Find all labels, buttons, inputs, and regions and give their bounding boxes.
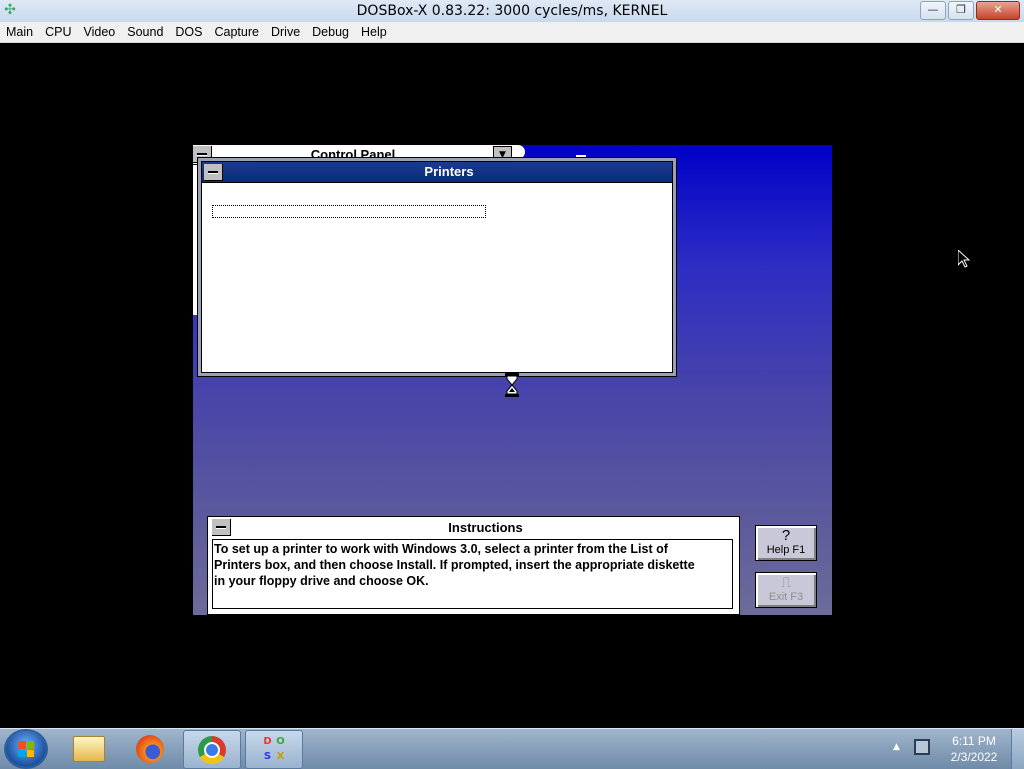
exit-button-label: Exit F3 [768,591,804,603]
menu-video[interactable]: Video [78,22,122,42]
instructions-line: in your floppy drive and choose OK. [214,574,429,588]
menu-capture[interactable]: Capture [209,22,265,42]
network-icon[interactable] [914,739,930,755]
menu-debug[interactable]: Debug [306,22,355,42]
clock-time: 6:11 PM [952,734,996,748]
chrome-icon [198,735,226,764]
host-titlebar[interactable]: ✣ DOSBox-X 0.83.22: 3000 cycles/ms, KERN… [0,0,1024,23]
window-title: DOSBox-X 0.83.22: 3000 cycles/ms, KERNEL [356,3,668,19]
start-button[interactable] [6,731,46,767]
exit-door-icon: ⎍ [780,574,792,591]
control-panel-title: Control Panel [310,147,396,162]
close-button[interactable]: ✕ [976,1,1020,20]
printers-list-focus[interactable] [212,205,486,218]
firefox-icon [136,734,164,763]
control-panel-edge [513,145,525,159]
help-button[interactable]: ? Help F1 [755,525,817,561]
menu-main[interactable]: Main [0,22,39,42]
taskbar-chrome[interactable] [183,730,241,769]
taskbar-firefox[interactable] [122,730,178,767]
menu-sound[interactable]: Sound [121,22,169,42]
show-desktop-button[interactable] [1011,729,1024,769]
instructions-window[interactable]: Instructions To set up a printer to work… [207,516,740,615]
printers-system-menu[interactable] [204,164,223,181]
windows-logo-icon [18,741,34,757]
taskbar-dosbox-x[interactable]: DO SX [245,730,303,769]
taskbar-explorer[interactable] [61,730,117,767]
mouse-cursor-icon [958,250,970,268]
background-artifact [576,155,586,159]
hourglass-icon [505,373,519,397]
menu-cpu[interactable]: CPU [39,22,77,42]
clock-date: 2/3/2022 [950,750,998,764]
menu-dos[interactable]: DOS [169,22,208,42]
menu-help[interactable]: Help [355,22,393,42]
help-button-label: Help F1 [766,544,806,556]
printers-title: Printers [424,164,474,179]
printers-dialog[interactable]: Printers [201,161,673,373]
instructions-line: To set up a printer to work with Windows… [214,542,668,556]
emulated-screen[interactable]: Control Panel ▼ Printers Instructions To… [193,145,832,615]
instructions-text: To set up a printer to work with Windows… [212,539,733,609]
window-controls: — ❐ ✕ [920,1,1020,20]
taskbar: DO SX ▲ 6:11 PM 2/3/2022 [0,728,1024,769]
instructions-line: Printers box, and then choose Install. I… [214,558,695,572]
question-icon: ? [781,527,791,544]
exit-button[interactable]: ⎍ Exit F3 [755,572,817,608]
dosbox-icon: DO SX [263,735,285,762]
folder-icon [73,735,105,762]
restore-button[interactable]: ❐ [948,1,974,20]
printers-titlebar[interactable]: Printers [202,162,672,183]
instructions-system-menu[interactable] [212,519,231,536]
minimize-button[interactable]: — [920,1,946,20]
show-hidden-icons-icon[interactable]: ▲ [893,742,900,752]
menubar: Main CPU Video Sound DOS Capture Drive D… [0,22,1024,43]
instructions-titlebar[interactable]: Instructions [208,517,739,536]
instructions-title: Instructions [448,520,523,535]
menu-drive[interactable]: Drive [265,22,306,42]
taskbar-clock[interactable]: 6:11 PM 2/3/2022 [942,733,1006,765]
